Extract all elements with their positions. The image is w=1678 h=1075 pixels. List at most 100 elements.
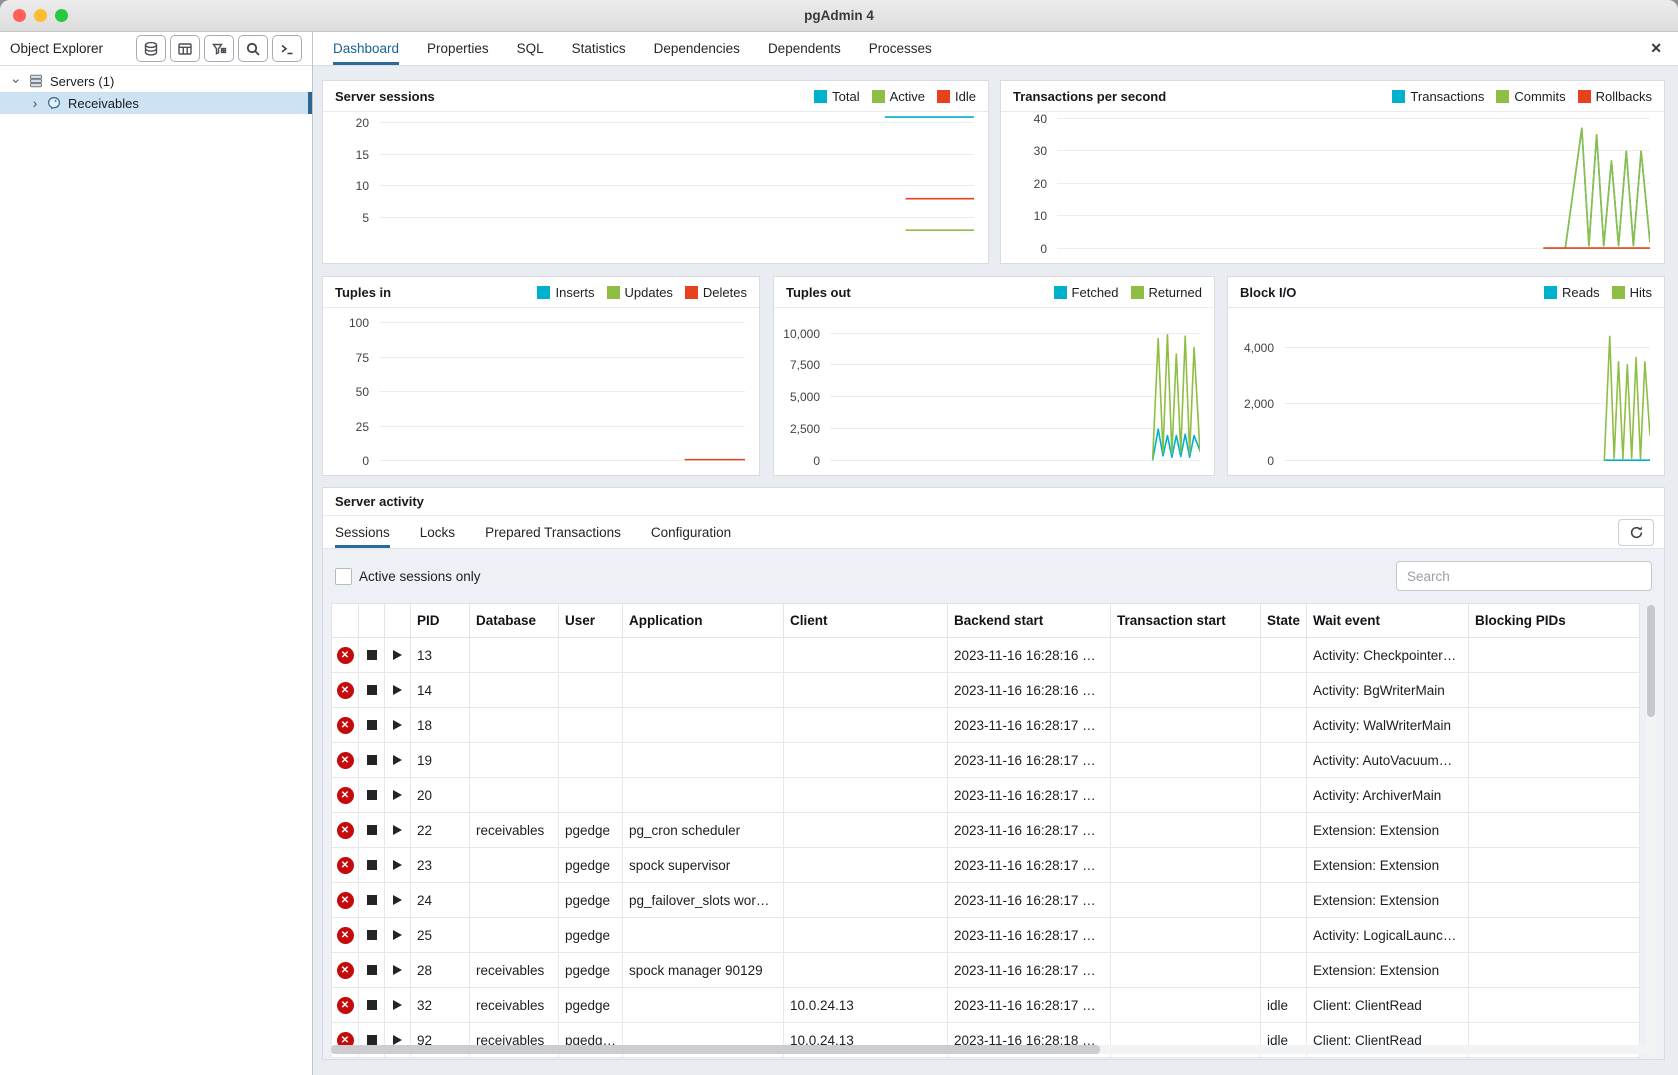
tab-processes[interactable]: Processes (869, 32, 932, 65)
tab-dashboard[interactable]: Dashboard (333, 32, 399, 65)
column-header-empty (385, 604, 411, 638)
expand-details-button[interactable] (393, 825, 402, 835)
legend: FetchedReturned (1054, 285, 1202, 300)
activity-tab-prepared-transactions[interactable]: Prepared Transactions (485, 516, 621, 548)
cell-cancel (359, 813, 385, 848)
cell-application (623, 918, 784, 953)
legend-swatch (1612, 286, 1625, 299)
terminate-session-button[interactable]: ✕ (337, 997, 354, 1014)
cancel-query-button[interactable] (367, 720, 377, 730)
activity-tab-configuration[interactable]: Configuration (651, 516, 731, 548)
minimize-window-button[interactable] (34, 9, 47, 22)
activity-tab-sessions[interactable]: Sessions (335, 516, 390, 548)
cell-wait-event: Extension: Extension (1307, 883, 1469, 918)
zoom-window-button[interactable] (55, 9, 68, 22)
legend-swatch (937, 90, 950, 103)
refresh-button[interactable] (1618, 519, 1654, 546)
y-tick-label: 40 (1034, 112, 1047, 126)
cell-backend-start: 2023-11-16 16:28:17 … (948, 848, 1111, 883)
chevron-right-icon[interactable]: › (30, 96, 40, 110)
expand-details-button[interactable] (393, 860, 402, 870)
horizontal-scrollbar-thumb[interactable] (331, 1045, 1100, 1054)
cell-terminate: ✕ (332, 988, 359, 1023)
cancel-query-button[interactable] (367, 895, 377, 905)
expand-details-button[interactable] (393, 930, 402, 940)
legend: TransactionsCommitsRollbacks (1392, 89, 1652, 104)
cell-transaction-start (1111, 988, 1261, 1023)
horizontal-scrollbar[interactable] (331, 1045, 1656, 1054)
cancel-query-button[interactable] (367, 790, 377, 800)
cancel-query-button[interactable] (367, 965, 377, 975)
chevron-down-icon[interactable]: › (10, 76, 24, 86)
expand-details-button[interactable] (393, 650, 402, 660)
tree-item-servers[interactable]: › Servers (1) (0, 70, 312, 92)
database-button[interactable] (136, 35, 166, 62)
cell-backend-start: 2023-11-16 16:28:16 … (948, 673, 1111, 708)
cell-client (784, 848, 948, 883)
cell-blocking-pids (1469, 813, 1640, 848)
terminate-session-button[interactable]: ✕ (337, 787, 354, 804)
column-header-wait-event: Wait event (1307, 604, 1469, 638)
cancel-query-button[interactable] (367, 1000, 377, 1010)
expand-details-button[interactable] (393, 1035, 402, 1045)
filter-button[interactable] (204, 35, 234, 62)
vertical-scrollbar[interactable] (1646, 603, 1656, 1058)
activity-tab-locks[interactable]: Locks (420, 516, 455, 548)
chart-plot (379, 112, 974, 249)
cell-client (784, 708, 948, 743)
cell-application: spock manager 90129 (623, 953, 784, 988)
expand-details-button[interactable] (393, 755, 402, 765)
y-tick-label: 20 (356, 116, 369, 130)
cell-pid: 14 (411, 673, 470, 708)
active-sessions-checkbox[interactable] (335, 568, 352, 585)
terminate-session-button[interactable]: ✕ (337, 717, 354, 734)
app-body: Object Explorer (0, 32, 1678, 1075)
terminate-session-button[interactable]: ✕ (337, 892, 354, 909)
cell-transaction-start (1111, 638, 1261, 673)
cancel-query-button[interactable] (367, 930, 377, 940)
tab-statistics[interactable]: Statistics (572, 32, 626, 65)
column-header-backend-start: Backend start (948, 604, 1111, 638)
cancel-query-button[interactable] (367, 1035, 377, 1045)
expand-details-button[interactable] (393, 720, 402, 730)
search-input[interactable] (1396, 561, 1652, 591)
tab-properties[interactable]: Properties (427, 32, 489, 65)
y-tick-label: 4,000 (1244, 341, 1274, 355)
expand-details-button[interactable] (393, 895, 402, 905)
terminate-session-button[interactable]: ✕ (337, 682, 354, 699)
terminate-session-button[interactable]: ✕ (337, 962, 354, 979)
terminate-session-button[interactable]: ✕ (337, 822, 354, 839)
legend: ReadsHits (1544, 285, 1652, 300)
cancel-query-button[interactable] (367, 860, 377, 870)
tree-item-receivables[interactable]: › Receivables (0, 92, 312, 114)
close-window-button[interactable] (13, 9, 26, 22)
expand-details-button[interactable] (393, 790, 402, 800)
terminal-button[interactable] (272, 35, 302, 62)
search-button[interactable] (238, 35, 268, 62)
terminate-session-button[interactable]: ✕ (337, 857, 354, 874)
expand-details-button[interactable] (393, 1000, 402, 1010)
y-tick-label: 50 (356, 385, 369, 399)
tab-dependencies[interactable]: Dependencies (654, 32, 740, 65)
vertical-scrollbar-thumb[interactable] (1647, 605, 1655, 717)
close-icon[interactable]: ✕ (1650, 40, 1662, 57)
terminate-session-button[interactable]: ✕ (337, 752, 354, 769)
table-button[interactable] (170, 35, 200, 62)
cell-wait-event: Activity: WalWriterMain (1307, 708, 1469, 743)
cancel-query-button[interactable] (367, 825, 377, 835)
terminate-session-button[interactable]: ✕ (337, 647, 354, 664)
expand-details-button[interactable] (393, 685, 402, 695)
tab-sql[interactable]: SQL (517, 32, 544, 65)
cancel-query-button[interactable] (367, 685, 377, 695)
y-tick-label: 2,500 (790, 422, 820, 436)
expand-details-button[interactable] (393, 965, 402, 975)
legend-swatch (814, 90, 827, 103)
titlebar: pgAdmin 4 (0, 0, 1678, 32)
terminate-session-button[interactable]: ✕ (337, 927, 354, 944)
cell-pid: 19 (411, 743, 470, 778)
cancel-query-button[interactable] (367, 650, 377, 660)
tab-dependents[interactable]: Dependents (768, 32, 841, 65)
cancel-query-button[interactable] (367, 755, 377, 765)
y-tick-label: 5 (362, 211, 369, 225)
legend-item-total: Total (814, 89, 859, 104)
